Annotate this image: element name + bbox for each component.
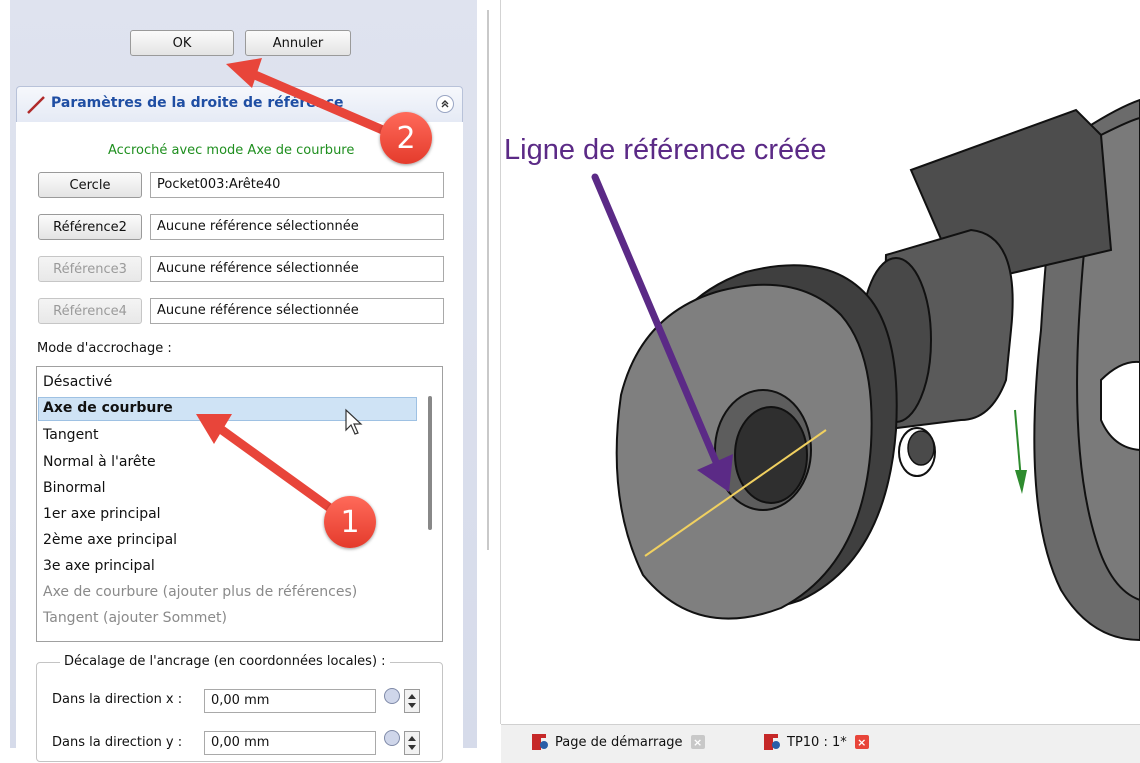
offset-y-stepper[interactable] <box>404 731 420 755</box>
mode-item-axe3[interactable]: 3e axe principal <box>43 555 155 577</box>
3d-viewport[interactable] <box>501 0 1140 724</box>
scroll-thumb[interactable] <box>428 396 432 530</box>
taskbox-title: Paramètres de la droite de référence <box>51 95 344 111</box>
tab-tp10-label: TP10 : 1* <box>787 734 847 750</box>
tab-start-page-label: Page de démarrage <box>555 734 683 750</box>
freecad-icon <box>531 733 549 751</box>
reference1-field[interactable]: Pocket003:Arête40 <box>150 172 444 198</box>
attachment-status: Accroché avec mode Axe de courbure <box>108 143 355 158</box>
mode-item-axe-courbure-plus: Axe de courbure (ajouter plus de référen… <box>43 584 358 600</box>
offset-group-title: Décalage de l'ancrage (en coordonnées lo… <box>60 654 390 669</box>
viewport-caption: Ligne de référence créée <box>504 134 827 166</box>
mode-item-binormal[interactable]: Binormal <box>43 477 106 499</box>
reference4-field[interactable]: Aucune référence sélectionnée <box>150 298 444 324</box>
attachment-mode-label: Mode d'accrochage : <box>37 341 172 356</box>
mode-item-axe2[interactable]: 2ème axe principal <box>43 529 177 551</box>
reference3-button[interactable]: Référence3 <box>38 256 142 282</box>
reference3-field[interactable]: Aucune référence sélectionnée <box>150 256 444 282</box>
freecad-icon <box>763 733 781 751</box>
reference2-field[interactable]: Aucune référence sélectionnée <box>150 214 444 240</box>
collapse-icon[interactable] <box>436 95 454 113</box>
close-icon[interactable]: × <box>854 735 869 749</box>
expression-icon[interactable] <box>384 688 400 704</box>
mode-item-tangent-sommet: Tangent (ajouter Sommet) <box>43 610 227 626</box>
reference2-button[interactable]: Référence2 <box>38 214 142 240</box>
ok-button[interactable]: OK <box>130 30 234 56</box>
offset-y-input[interactable]: 0,00 mm <box>204 731 376 755</box>
offset-x-input[interactable]: 0,00 mm <box>204 689 376 713</box>
axis-arrow-icon <box>1014 409 1027 494</box>
attachment-mode-list[interactable]: Désactivé Axe de courbure Tangent Normal… <box>36 366 443 642</box>
offset-x-stepper[interactable] <box>404 689 420 713</box>
reference4-button[interactable]: Référence4 <box>38 298 142 324</box>
mode-item-tangent[interactable]: Tangent <box>43 424 99 446</box>
tab-start-page[interactable]: Page de démarrage × <box>531 727 705 757</box>
list-scrollbar[interactable] <box>419 368 441 640</box>
tab-tp10[interactable]: TP10 : 1* × <box>763 727 869 757</box>
annotation-step-2: 2 <box>380 112 432 164</box>
cancel-button[interactable]: Annuler <box>245 30 351 56</box>
annotation-step-1: 1 <box>324 496 376 548</box>
mode-item-normal[interactable]: Normal à l'arête <box>43 451 156 473</box>
mode-item-axe1[interactable]: 1er axe principal <box>43 503 161 525</box>
offset-x-label: Dans la direction x : <box>52 692 183 707</box>
mouse-cursor-icon <box>344 408 364 440</box>
line-icon <box>26 95 46 119</box>
panel-splitter[interactable] <box>487 10 489 550</box>
document-tab-bar: Page de démarrage × TP10 : 1* × <box>501 724 1140 763</box>
expression-icon[interactable] <box>384 730 400 746</box>
mode-item-desactive[interactable]: Désactivé <box>43 371 112 393</box>
mode-item-axe-de-courbure[interactable]: Axe de courbure <box>43 397 173 419</box>
close-icon[interactable]: × <box>690 735 705 749</box>
reference1-button[interactable]: Cercle <box>38 172 142 198</box>
offset-y-label: Dans la direction y : <box>52 735 183 750</box>
